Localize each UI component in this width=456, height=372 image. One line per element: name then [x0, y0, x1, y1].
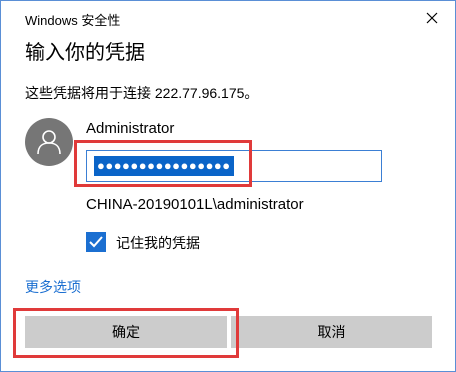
connection-description: 这些凭据将用于连接 222.77.96.175。	[25, 85, 259, 101]
password-field[interactable]: ●●●●●●●●●●●●●●●●	[86, 150, 382, 182]
username-label: Administrator	[86, 120, 175, 137]
ok-button[interactable]: 确定	[25, 316, 227, 348]
close-button[interactable]	[421, 7, 443, 29]
cancel-button[interactable]: 取消	[231, 316, 432, 348]
window-title: Windows 安全性	[25, 13, 121, 28]
password-value: ●●●●●●●●●●●●●●●●	[94, 156, 234, 176]
dialog-window: Windows 安全性 输入你的凭据 这些凭据将用于连接 222.77.96.1…	[0, 0, 456, 372]
domain-username: CHINA-20190101L\administrator	[86, 196, 304, 213]
more-options-link[interactable]: 更多选项	[25, 277, 81, 297]
close-icon	[426, 12, 438, 24]
user-avatar-icon	[25, 118, 73, 166]
checkbox-checked-icon[interactable]	[86, 232, 106, 252]
dialog-heading: 输入你的凭据	[25, 42, 145, 64]
remember-credentials-label: 记住我的凭据	[116, 235, 200, 251]
